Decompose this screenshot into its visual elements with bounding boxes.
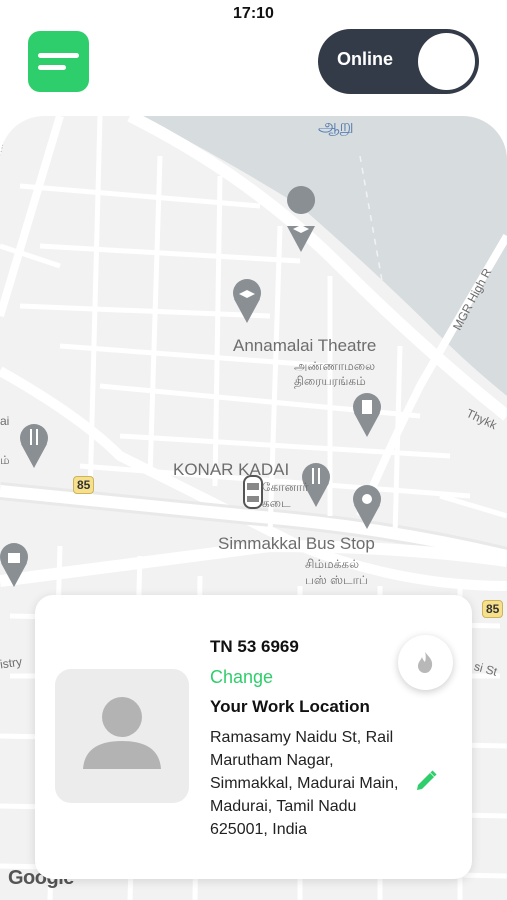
online-label: Online [337, 49, 394, 69]
fire-button[interactable] [398, 635, 453, 690]
vehicle-plate: TN 53 6969 [210, 637, 299, 656]
change-link[interactable]: Change [210, 667, 273, 688]
map-label-konar-ta1: கோனார் [262, 480, 309, 494]
toggle-knob[interactable] [418, 33, 475, 90]
driver-info-card: TN 53 6969 Change Your Work Location Ram… [35, 595, 472, 879]
map-label-left-fragment2: ம் [0, 453, 10, 467]
menu-button[interactable] [28, 31, 89, 92]
map-label-river: ஆறு [318, 116, 354, 135]
status-time: 17:10 [233, 5, 274, 22]
car-icon [243, 475, 263, 509]
map-label-konar: KONAR KADAI [173, 460, 290, 479]
map-label-bus-ta1: சிம்மக்கல் [305, 557, 360, 571]
online-toggle[interactable]: Online [318, 29, 479, 94]
fire-icon [418, 652, 433, 673]
map-label-bus-stop: Simmakkal Bus Stop [218, 534, 375, 553]
restaurant-pin-icon-2 [20, 424, 48, 468]
menu-icon-bar-short [38, 65, 66, 70]
work-location-address: Ramasamy Naidu St, Rail Marutham Nagar, … [210, 729, 399, 838]
menu-icon-bar [38, 53, 79, 58]
work-location-title: Your Work Location [210, 697, 370, 716]
pencil-icon[interactable] [413, 768, 439, 794]
map-label-bus-ta2: பஸ் ஸ்டாப் [305, 573, 368, 587]
map-label-theatre-ta1: அண்ணாமலை [294, 359, 376, 373]
route-badge: 85 [73, 476, 95, 494]
route-badge-2: 85 [482, 600, 504, 618]
map-label-theatre-ta2: திரையரங்கம் [294, 374, 366, 388]
map-label-theatre: Annamalai Theatre [233, 336, 377, 355]
map-label-left-fragment1: ai [0, 414, 10, 428]
cinema-pin-icon [353, 393, 381, 437]
map-label-konar-ta2: கடை [262, 496, 291, 510]
person-icon [55, 669, 189, 803]
